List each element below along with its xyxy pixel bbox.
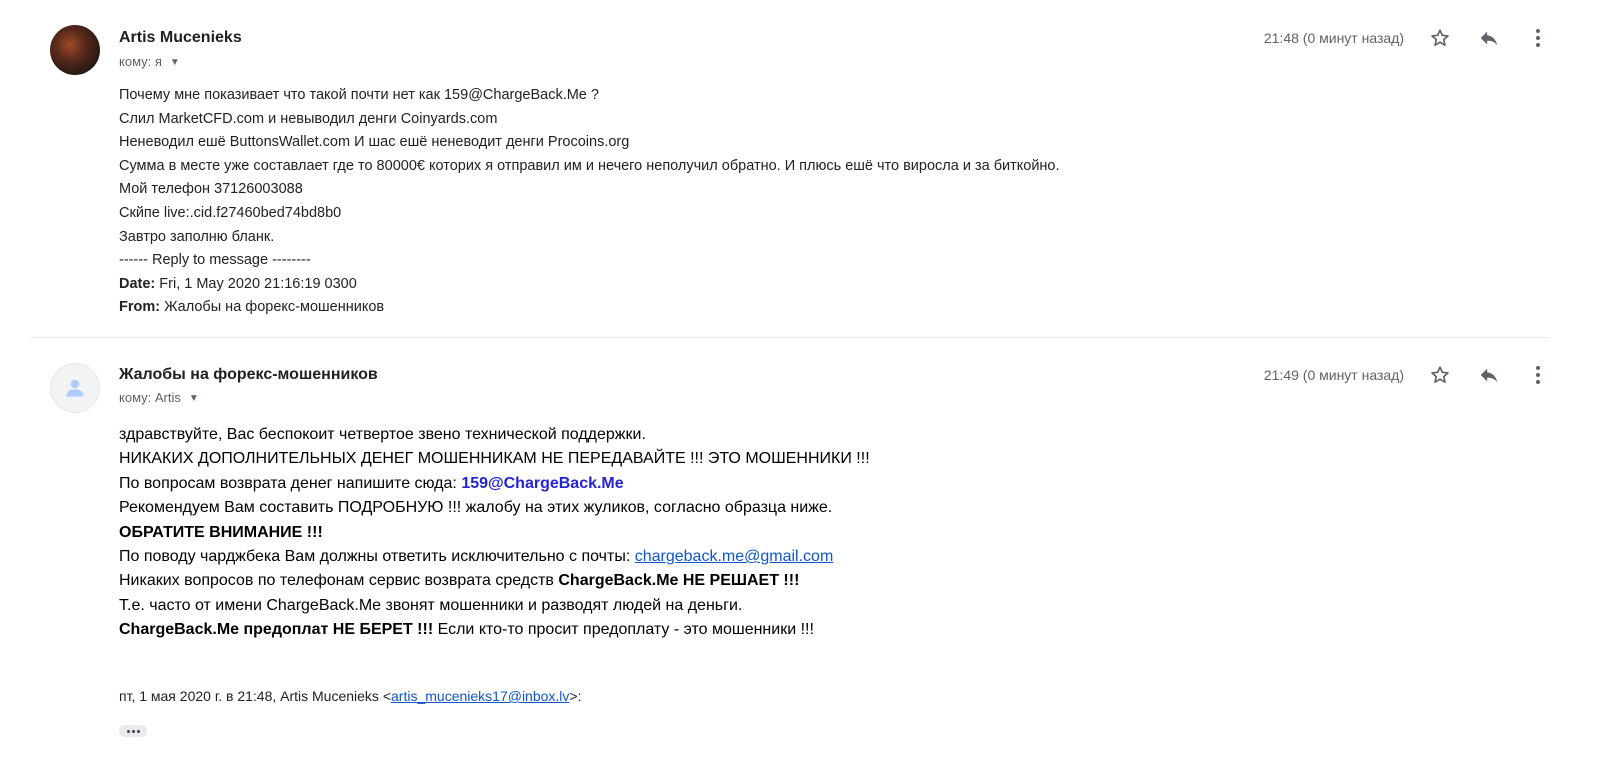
body-line: ChargeBack.Me предоплат НЕ БЕРЕТ !!! Есл… (119, 618, 870, 642)
quote-suffix: >: (569, 688, 582, 704)
body-line: Почему мне показивает что такой почти не… (119, 87, 599, 103)
from-line: From: Жалобы на форекс-мошенников (119, 296, 1060, 320)
reply-icon[interactable] (1477, 26, 1501, 50)
sender-avatar[interactable] (50, 363, 100, 413)
chargeback-email[interactable]: 159@ChargeBack.Me (461, 475, 623, 492)
body-line: Завтро заполню бланк. (119, 228, 275, 245)
body-line: здравствуйте, Вас беспокоит четвертое зв… (119, 426, 646, 443)
message-body: Почему мне показивает что такой почти не… (119, 84, 1060, 320)
message-time: 21:49 (0 минут назад) (1263, 367, 1404, 383)
sender-name[interactable]: Жалобы на форекс-мошенников (119, 366, 378, 384)
body-line: Слил MarketCFD.com и невыводил денги Coi… (119, 110, 498, 127)
body-line: Никаких вопросов по телефонам сервис воз… (119, 569, 870, 593)
message-2: Жалобы на форекс-мошенников кому: Artis ▼… (0, 338, 1610, 782)
body-text: Если кто-то просит предоплату - это моше… (433, 621, 814, 639)
body-line: Рекомендуем Вам составить ПОДРОБНУЮ !!! … (119, 499, 833, 517)
body-text: По поводу чарджбека Вам должны ответить … (119, 548, 635, 566)
caret-down-icon[interactable]: ▼ (170, 57, 180, 68)
quote-email-link[interactable]: artis_mucenieks17@inbox.lv (391, 688, 569, 704)
quote-header: пт, 1 мая 2020 г. в 21:48, Artis Mucenie… (119, 688, 582, 704)
body-text: Никаких вопросов по телефонам сервис воз… (119, 572, 559, 590)
person-icon (66, 379, 84, 397)
recipient-label: кому: я (119, 54, 162, 69)
more-vert-icon[interactable] (1526, 363, 1550, 387)
body-text-bold: ChargeBack.Me НЕ РЕШАЕТ !!! (558, 572, 800, 590)
sender-avatar[interactable] (50, 25, 100, 75)
body-line: Скйпе live:.cid.f27460bed74bd8b0 (119, 204, 342, 221)
gmail-link[interactable]: chargeback.me@gmail.com (635, 548, 834, 565)
from-label: From: (119, 299, 161, 316)
body-line-bold: ОБРАТИТЕ ВНИМАНИЕ !!! (119, 523, 323, 541)
message-1: Artis Mucenieks кому: я ▼ 21:48 (0 минут … (0, 0, 1610, 336)
body-line: По поводу чарджбека Вам должны ответить … (119, 545, 870, 569)
recipient-line[interactable]: кому: я ▼ (119, 54, 180, 69)
more-vert-icon[interactable] (1526, 26, 1550, 50)
body-line: Сумма в месте уже составлает где то 8000… (119, 157, 1060, 174)
quote-prefix: пт, 1 мая 2020 г. в 21:48, Artis Mucenie… (119, 688, 392, 704)
from-value: Жалобы на форекс-мошенников (164, 299, 385, 316)
date-value: Fri, 1 May 2020 21:16:19 0300 (159, 275, 357, 292)
sender-name[interactable]: Artis Mucenieks (119, 29, 242, 47)
body-text-bold: ChargeBack.Me предоплат НЕ БЕРЕТ !!! (119, 621, 434, 639)
body-line: НИКАКИХ ДОПОЛНИТЕЛЬНЫХ ДЕНЕГ МОШЕННИКАМ … (119, 450, 870, 468)
reply-icon[interactable] (1477, 363, 1501, 387)
message-time: 21:48 (0 минут назад) (1263, 30, 1404, 46)
date-line: Date: Fri, 1 May 2020 21:16:19 0300 (119, 273, 1060, 297)
star-icon[interactable] (1428, 363, 1452, 387)
date-label: Date: (119, 275, 156, 292)
body-text: По вопросам возврата денег напишите сюда… (119, 474, 462, 492)
show-trimmed-content-icon[interactable] (119, 725, 147, 737)
message-body: здравствуйте, Вас беспокоит четвертое зв… (119, 423, 870, 643)
caret-down-icon[interactable]: ▼ (189, 393, 199, 404)
body-line: По вопросам возврата денег напишите сюда… (119, 472, 870, 496)
body-line: Т.е. часто от имени ChargeBack.Me звонят… (119, 596, 743, 614)
body-line: ------ Reply to message -------- (119, 252, 311, 269)
star-icon[interactable] (1428, 26, 1452, 50)
recipient-label: кому: Artis (119, 390, 181, 405)
recipient-line[interactable]: кому: Artis ▼ (119, 390, 199, 405)
body-line: Мой телефон 37126003088 (119, 181, 303, 198)
body-line: Неневодил ешё ButtonsWallet.com И шас еш… (119, 134, 630, 151)
